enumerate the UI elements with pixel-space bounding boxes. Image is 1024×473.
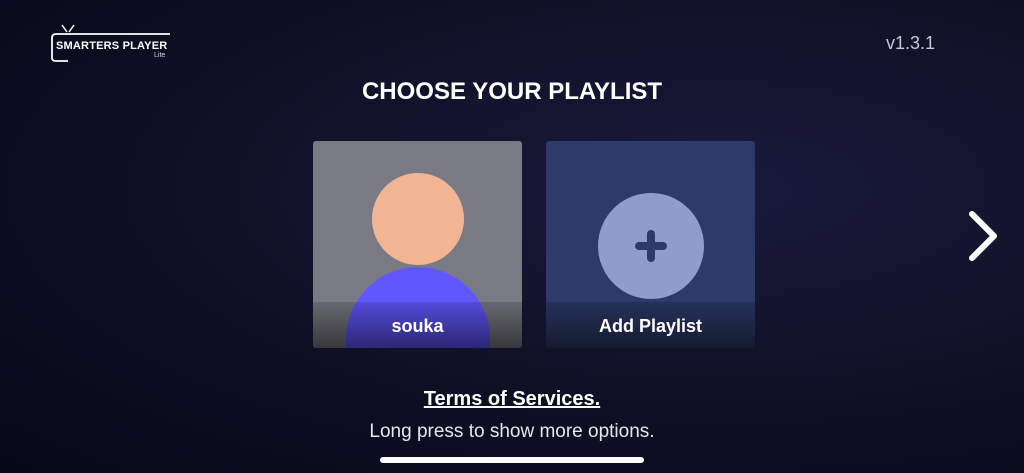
home-indicator[interactable]	[380, 457, 644, 463]
version-label: v1.3.1	[885, 33, 935, 53]
add-playlist-button[interactable]: Add Playlist	[546, 141, 755, 348]
next-page-button[interactable]	[962, 208, 1002, 264]
logo-subtitle: Lite	[154, 52, 166, 59]
playlist-card-souka[interactable]: souka	[313, 141, 522, 348]
logo-text: SMARTERS PLAYER	[56, 40, 168, 52]
playlist-card-label: souka	[313, 302, 522, 348]
app-logo: SMARTERS PLAYER Lite	[48, 24, 174, 64]
terms-of-services-link[interactable]: Terms of Services.	[0, 388, 1024, 411]
long-press-hint: Long press to show more options.	[369, 421, 655, 442]
page-title: CHOOSE YOUR PLAYLIST	[361, 78, 663, 105]
plus-circle-icon	[598, 193, 704, 299]
avatar-head	[372, 173, 464, 265]
add-playlist-label: Add Playlist	[546, 302, 755, 348]
plus-icon	[635, 230, 667, 262]
chevron-right-icon	[969, 211, 997, 261]
